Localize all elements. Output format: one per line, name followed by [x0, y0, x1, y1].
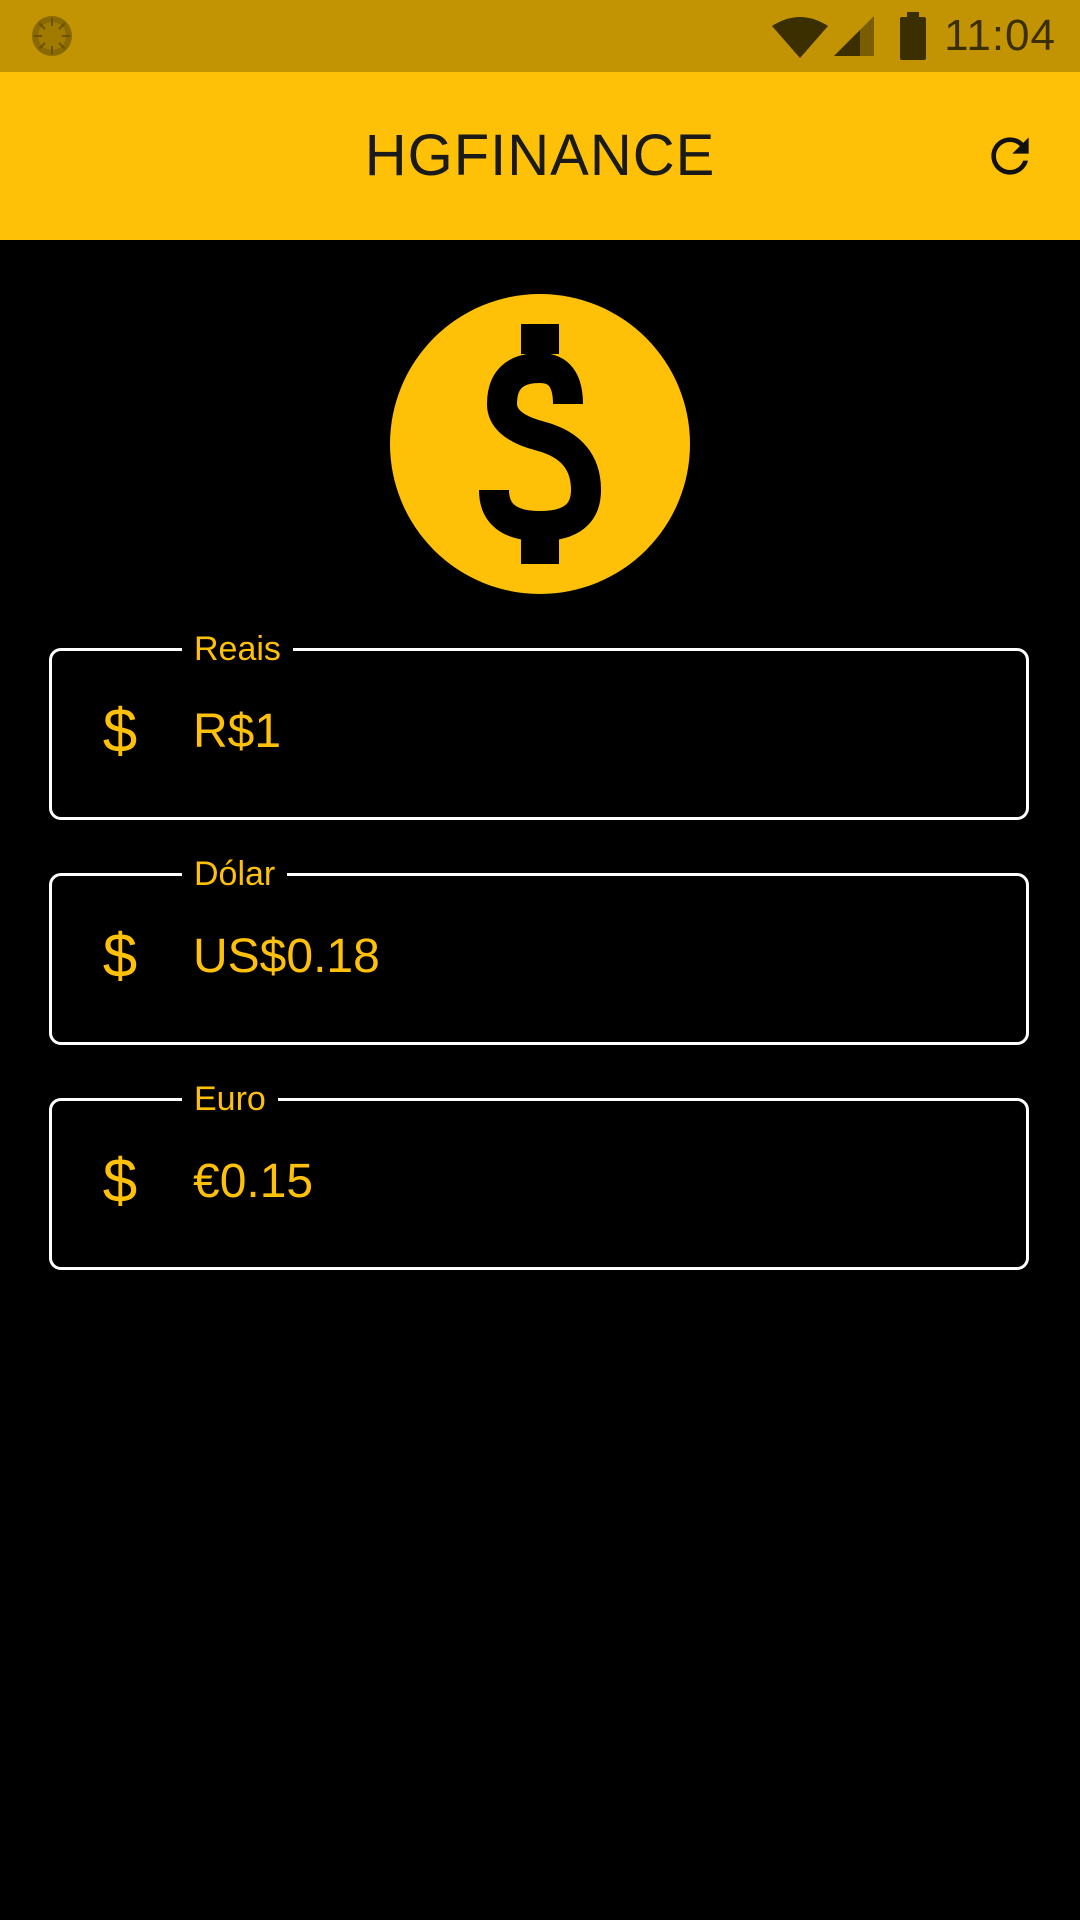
dolar-field[interactable]: Dólar $	[49, 852, 1029, 1045]
status-bar: 11:04	[0, 0, 1080, 72]
app-bar: HGFINANCE	[0, 72, 1080, 240]
dollar-sign-icon: $	[102, 922, 138, 991]
euro-field-label: Euro	[182, 1077, 278, 1121]
battery-icon	[900, 12, 926, 60]
dollar-coin-icon	[390, 294, 690, 594]
dollar-sign-icon: $	[102, 1147, 138, 1216]
wifi-icon	[772, 17, 828, 58]
cell-signal-icon	[834, 16, 874, 56]
dollar-sign-icon: $	[102, 697, 138, 766]
reais-field-label: Reais	[182, 627, 293, 671]
app-notification-icon	[32, 16, 72, 56]
reais-field[interactable]: Reais $	[49, 627, 1029, 820]
refresh-button[interactable]	[970, 116, 1050, 196]
dolar-field-label: Dólar	[182, 852, 288, 896]
app-title: HGFINANCE	[364, 123, 716, 188]
dolar-input[interactable]	[193, 906, 993, 1006]
reais-input[interactable]	[193, 681, 993, 781]
euro-field[interactable]: Euro $	[49, 1077, 1029, 1270]
status-time: 11:04	[944, 11, 1056, 60]
euro-input[interactable]	[193, 1131, 993, 1231]
refresh-icon	[991, 137, 1029, 175]
